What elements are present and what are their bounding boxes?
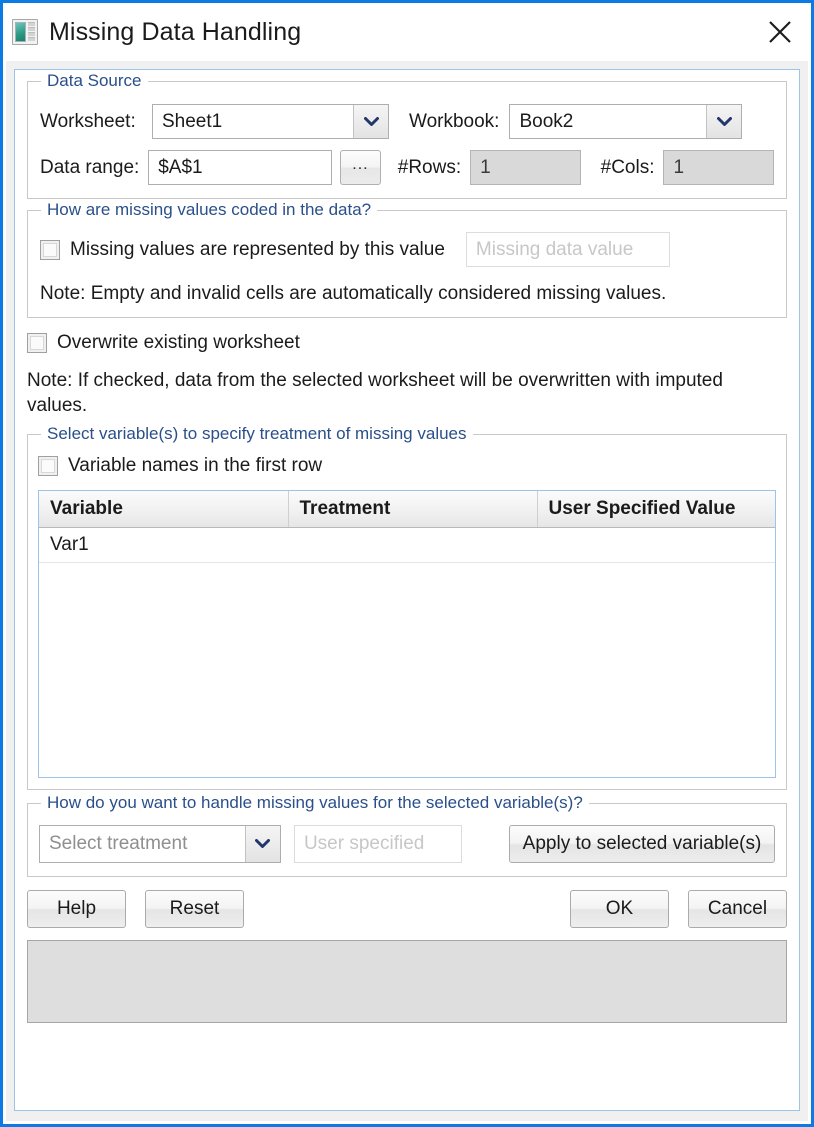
missing-value-checkbox-row: Missing values are represented by this v… <box>40 232 774 267</box>
dialog-body: Data Source Worksheet: Sheet1 Workbook: … <box>6 61 808 1121</box>
treatment-legend: How do you want to handle missing values… <box>41 793 589 813</box>
variables-group: Select variable(s) to specify treatment … <box>27 434 787 790</box>
cell-treatment[interactable] <box>288 527 537 562</box>
variables-table: Variable Treatment User Specified Value … <box>39 491 775 563</box>
variables-table-body: Var1 <box>39 527 775 562</box>
workbook-label: Workbook: <box>409 111 499 133</box>
chevron-down-icon[interactable] <box>353 105 388 138</box>
dialog-button-bar: Help Reset OK Cancel <box>27 890 787 928</box>
data-range-label: Data range: <box>40 157 148 179</box>
overwrite-note: Note: If checked, data from the selected… <box>27 369 787 418</box>
column-header-user-specified-value[interactable]: User Specified Value <box>537 491 775 528</box>
first-row-checkbox[interactable] <box>38 456 58 476</box>
rows-label: #Rows: <box>398 157 461 179</box>
chevron-down-icon[interactable] <box>706 105 741 138</box>
overwrite-checkbox-row: Overwrite existing worksheet <box>27 332 787 354</box>
chevron-down-icon[interactable] <box>245 826 280 862</box>
cols-value: 1 <box>663 150 774 185</box>
workbook-value: Book2 <box>510 105 706 138</box>
title-bar: Missing Data Handling <box>3 3 811 61</box>
overwrite-checkbox-label: Overwrite existing worksheet <box>57 332 300 354</box>
cell-user-specified-value[interactable] <box>537 527 775 562</box>
data-source-group: Data Source Worksheet: Sheet1 Workbook: … <box>27 81 787 199</box>
treatment-select[interactable]: Select treatment <box>39 825 281 863</box>
missing-value-checkbox-label: Missing values are represented by this v… <box>70 239 445 261</box>
table-row[interactable]: Var1 <box>39 527 775 562</box>
variables-table-container[interactable]: Variable Treatment User Specified Value … <box>38 490 776 778</box>
worksheet-icon <box>12 19 38 45</box>
data-range-row: Data range: $A$1 ... #Rows: 1 #Cols: 1 <box>40 150 774 185</box>
data-source-legend: Data Source <box>41 71 148 91</box>
dialog-panel: Data Source Worksheet: Sheet1 Workbook: … <box>14 69 800 1111</box>
reset-button[interactable]: Reset <box>145 890 244 928</box>
first-row-checkbox-row: Variable names in the first row <box>38 455 776 477</box>
treatment-controls-row: Select treatment User specified Apply to… <box>39 825 775 863</box>
treatment-select-value: Select treatment <box>40 826 245 862</box>
status-panel <box>27 940 787 1023</box>
close-icon[interactable] <box>749 3 811 61</box>
missing-coding-group: How are missing values coded in the data… <box>27 210 787 318</box>
worksheet-label: Worksheet: <box>40 111 152 133</box>
worksheet-row: Worksheet: Sheet1 Workbook: Book2 <box>40 104 774 139</box>
overwrite-checkbox[interactable] <box>27 333 47 353</box>
variables-legend: Select variable(s) to specify treatment … <box>41 424 473 444</box>
missing-value-checkbox[interactable] <box>40 240 60 260</box>
missing-data-value-input[interactable]: Missing data value <box>466 232 670 267</box>
missing-data-handling-dialog: Missing Data Handling Data Source Worksh… <box>0 0 814 1127</box>
missing-coding-note: Note: Empty and invalid cells are automa… <box>40 282 774 306</box>
user-specified-input[interactable]: User specified <box>294 825 462 863</box>
table-header-row: Variable Treatment User Specified Value <box>39 491 775 528</box>
cancel-button[interactable]: Cancel <box>688 890 787 928</box>
cols-label: #Cols: <box>601 157 655 179</box>
rows-value: 1 <box>470 150 581 185</box>
column-header-variable[interactable]: Variable <box>39 491 288 528</box>
column-header-treatment[interactable]: Treatment <box>288 491 537 528</box>
workbook-select[interactable]: Book2 <box>509 104 742 139</box>
treatment-group: How do you want to handle missing values… <box>27 803 787 877</box>
worksheet-value: Sheet1 <box>153 105 353 138</box>
ok-button[interactable]: OK <box>570 890 669 928</box>
first-row-checkbox-label: Variable names in the first row <box>68 455 322 477</box>
worksheet-select[interactable]: Sheet1 <box>152 104 389 139</box>
apply-to-selected-variables-button[interactable]: Apply to selected variable(s) <box>509 825 775 863</box>
cell-variable: Var1 <box>39 527 288 562</box>
help-button[interactable]: Help <box>27 890 126 928</box>
browse-range-button[interactable]: ... <box>340 150 381 185</box>
missing-coding-legend: How are missing values coded in the data… <box>41 200 377 220</box>
page-title: Missing Data Handling <box>49 18 301 47</box>
data-range-input[interactable]: $A$1 <box>148 150 332 185</box>
